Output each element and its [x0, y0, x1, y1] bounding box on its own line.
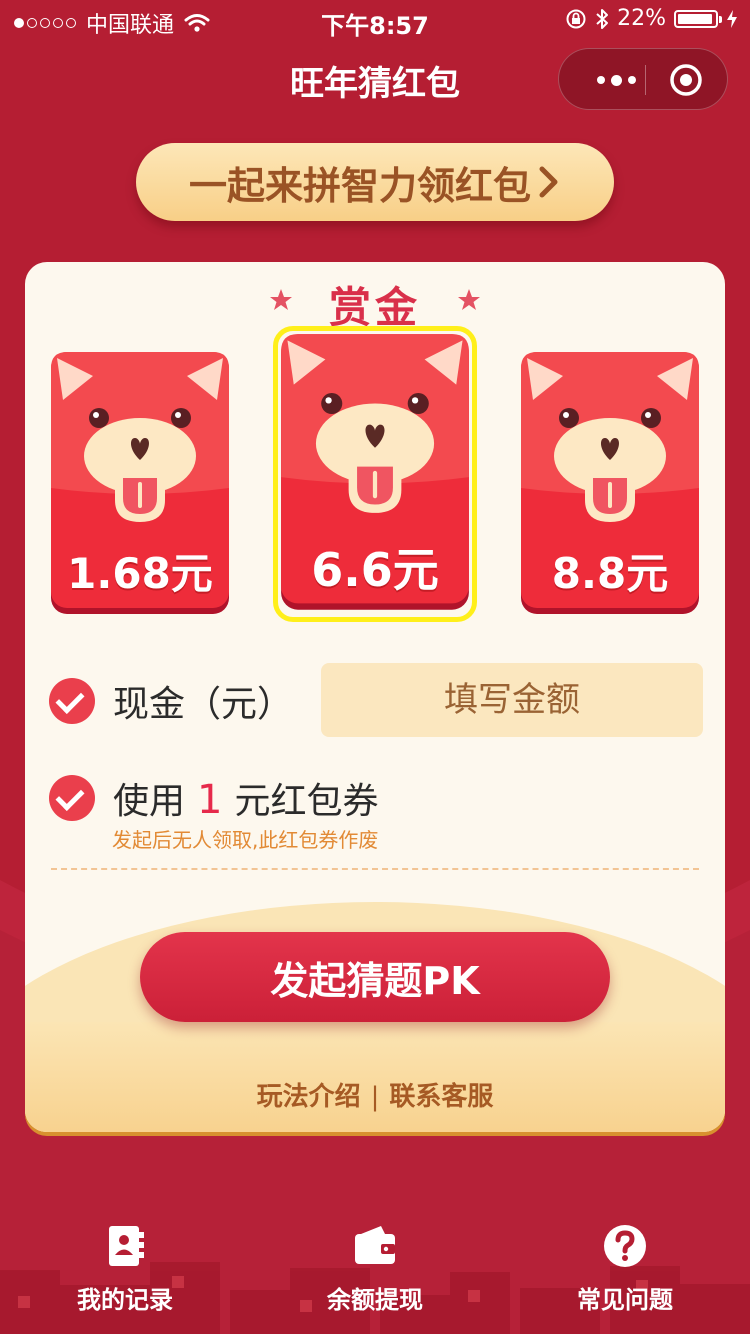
coupon-label: 使用 1 元红包券	[113, 772, 378, 824]
red-envelope-option-selected[interactable]: 6.6元	[279, 332, 471, 616]
red-envelope-option[interactable]: 8.8元	[519, 350, 701, 620]
envelope-amount: 1.68元	[67, 549, 213, 598]
coupon-option-row: 使用 1 元红包券	[49, 772, 378, 824]
bluetooth-icon	[596, 8, 609, 29]
customer-service-link[interactable]: 联系客服	[389, 1082, 493, 1112]
capsule-divider	[645, 65, 646, 95]
status-right: 22%	[565, 6, 738, 31]
cash-option-row: 现金（元）	[49, 675, 293, 727]
question-icon	[604, 1225, 646, 1267]
link-separator: |	[370, 1082, 380, 1112]
pk-setup-card: 赏金 1.68元 6.6元 8.8元 现金（元） 填写金额 使用 1 元红包券 …	[25, 262, 725, 1132]
red-envelope-option[interactable]: 1.68元	[49, 350, 231, 620]
chevron-right-icon	[539, 166, 558, 198]
cash-amount-input[interactable]	[321, 663, 703, 737]
rules-link[interactable]: 玩法介绍	[257, 1082, 361, 1112]
envelope-amount: 6.6元	[311, 543, 439, 597]
close-mini-program-icon[interactable]	[669, 63, 703, 97]
checkbox-checked-icon[interactable]	[49, 678, 95, 724]
tab-my-records[interactable]: 我的记录	[0, 1222, 250, 1315]
cash-label: 现金（元）	[113, 684, 294, 725]
rotation-lock-icon	[566, 9, 586, 28]
tab-label: 常见问题	[577, 1286, 673, 1314]
coupon-count: 1	[197, 777, 223, 823]
star-icon	[458, 289, 480, 310]
team-challenge-banner[interactable]: 一起来拼智力领红包	[136, 143, 614, 221]
checkbox-checked-icon[interactable]	[49, 775, 95, 821]
more-menu-button[interactable]	[585, 69, 647, 91]
coupon-note: 发起后无人领取,此红包券作废	[112, 828, 379, 852]
coupon-suffix: 元红包券	[234, 781, 379, 822]
battery-icon	[674, 9, 722, 28]
start-pk-button[interactable]: 发起猜题PK	[140, 932, 610, 1022]
footer-links: 玩法介绍 | 联系客服	[25, 1076, 725, 1113]
record-book-icon	[109, 1226, 144, 1266]
tab-label: 余额提现	[327, 1286, 423, 1314]
dashed-divider	[51, 868, 699, 870]
tab-faq[interactable]: 常见问题	[500, 1222, 750, 1315]
mini-program-capsule	[558, 48, 728, 110]
charging-icon	[727, 9, 737, 28]
wallet-icon	[355, 1226, 395, 1264]
status-bar: 中国联通 下午8:57 22%	[0, 0, 750, 40]
tab-label: 我的记录	[77, 1286, 173, 1314]
banner-label: 一起来拼智力领红包	[188, 163, 531, 208]
coupon-prefix: 使用	[113, 781, 186, 822]
envelope-amount: 8.8元	[551, 549, 669, 598]
battery-percent: 22%	[617, 6, 666, 31]
tab-withdraw[interactable]: 余额提现	[250, 1222, 500, 1315]
